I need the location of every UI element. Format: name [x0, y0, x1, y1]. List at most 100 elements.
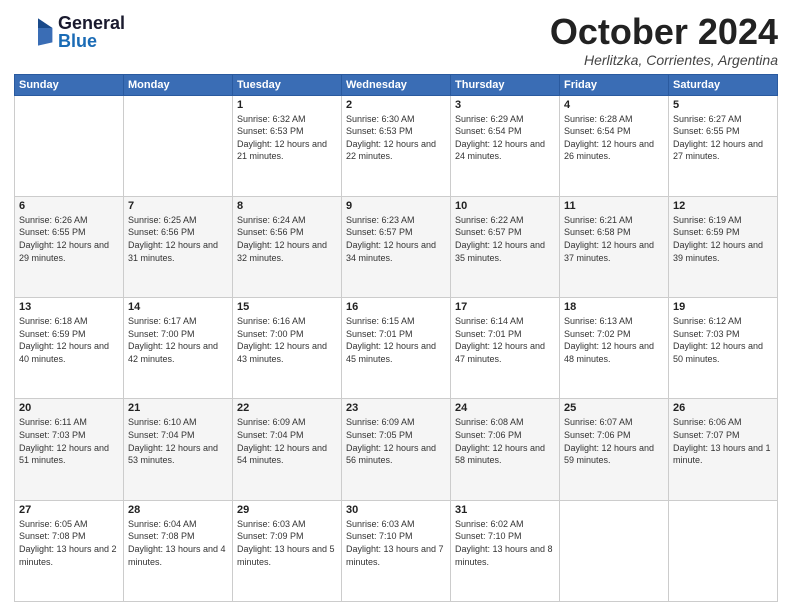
calendar-cell: 21 Sunrise: 6:10 AM Sunset: 7:04 PM Dayli…: [124, 399, 233, 500]
calendar-cell: 20 Sunrise: 6:11 AM Sunset: 7:03 PM Dayli…: [15, 399, 124, 500]
calendar-cell: 23 Sunrise: 6:09 AM Sunset: 7:05 PM Dayli…: [342, 399, 451, 500]
day-number: 29: [237, 504, 337, 516]
calendar-week-row: 1 Sunrise: 6:32 AM Sunset: 6:53 PM Daylig…: [15, 95, 778, 196]
calendar-cell: [560, 500, 669, 601]
location-subtitle: Herlitzka, Corrientes, Argentina: [550, 52, 778, 68]
calendar-cell: 31Sunrise: 6:02 AM Sunset: 7:10 PM Dayli…: [451, 500, 560, 601]
day-info: Sunrise: 6:29 AM Sunset: 6:54 PM Dayligh…: [455, 113, 555, 163]
logo-general: General: [58, 14, 125, 32]
day-info: Sunrise: 6:02 AM Sunset: 7:10 PM Dayligh…: [455, 518, 555, 568]
calendar-cell: 2Sunrise: 6:30 AM Sunset: 6:53 PM Daylig…: [342, 95, 451, 196]
calendar-cell: 25Sunrise: 6:07 AM Sunset: 7:06 PM Dayli…: [560, 399, 669, 500]
calendar-week-row: 27 Sunrise: 6:05 AM Sunset: 7:08 PM Dayli…: [15, 500, 778, 601]
day-number: 10: [455, 200, 555, 212]
day-info: Sunrise: 6:03 AM Sunset: 7:10 PM Dayligh…: [346, 518, 446, 568]
day-info: Sunrise: 6:06 AM Sunset: 7:07 PM Dayligh…: [673, 416, 773, 466]
col-thursday: Thursday: [451, 74, 560, 95]
col-tuesday: Tuesday: [233, 74, 342, 95]
calendar-week-row: 13Sunrise: 6:18 AM Sunset: 6:59 PM Dayli…: [15, 298, 778, 399]
day-info: Sunrise: 6:19 AM Sunset: 6:59 PM Dayligh…: [673, 214, 773, 264]
day-number: 23: [346, 402, 446, 414]
month-title: October 2024: [550, 12, 778, 52]
logo-text: General Blue: [58, 14, 125, 50]
calendar-cell: 16Sunrise: 6:15 AM Sunset: 7:01 PM Dayli…: [342, 298, 451, 399]
day-number: 28: [128, 504, 228, 516]
col-friday: Friday: [560, 74, 669, 95]
day-number: 4: [564, 99, 664, 111]
day-info: Sunrise: 6:10 AM Sunset: 7:04 PM Dayligh…: [128, 416, 228, 466]
calendar-cell: 28Sunrise: 6:04 AM Sunset: 7:08 PM Dayli…: [124, 500, 233, 601]
calendar-week-row: 6Sunrise: 6:26 AM Sunset: 6:55 PM Daylig…: [15, 196, 778, 297]
day-number: 11: [564, 200, 664, 212]
calendar-week-row: 20 Sunrise: 6:11 AM Sunset: 7:03 PM Dayli…: [15, 399, 778, 500]
calendar-cell: 26 Sunrise: 6:06 AM Sunset: 7:07 PM Dayli…: [669, 399, 778, 500]
day-number: 5: [673, 99, 773, 111]
day-number: 22: [237, 402, 337, 414]
calendar-cell: [15, 95, 124, 196]
day-info: Sunrise: 6:27 AM Sunset: 6:55 PM Dayligh…: [673, 113, 773, 163]
day-info: Sunrise: 6:08 AM Sunset: 7:06 PM Dayligh…: [455, 416, 555, 466]
day-info: Sunrise: 6:28 AM Sunset: 6:54 PM Dayligh…: [564, 113, 664, 163]
day-info: Sunrise: 6:03 AM Sunset: 7:09 PM Dayligh…: [237, 518, 337, 568]
day-number: 18: [564, 301, 664, 313]
col-monday: Monday: [124, 74, 233, 95]
day-number: 27: [19, 504, 119, 516]
col-wednesday: Wednesday: [342, 74, 451, 95]
day-info: Sunrise: 6:12 AM Sunset: 7:03 PM Dayligh…: [673, 315, 773, 365]
calendar-cell: 13Sunrise: 6:18 AM Sunset: 6:59 PM Dayli…: [15, 298, 124, 399]
day-number: 21: [128, 402, 228, 414]
calendar-cell: 5 Sunrise: 6:27 AM Sunset: 6:55 PM Daylig…: [669, 95, 778, 196]
day-number: 3: [455, 99, 555, 111]
day-info: Sunrise: 6:11 AM Sunset: 7:03 PM Dayligh…: [19, 416, 119, 466]
day-info: Sunrise: 6:22 AM Sunset: 6:57 PM Dayligh…: [455, 214, 555, 264]
calendar-cell: 14Sunrise: 6:17 AM Sunset: 7:00 PM Dayli…: [124, 298, 233, 399]
day-number: 7: [128, 200, 228, 212]
calendar-cell: 17 Sunrise: 6:14 AM Sunset: 7:01 PM Dayli…: [451, 298, 560, 399]
day-number: 24: [455, 402, 555, 414]
logo: General Blue: [14, 12, 125, 52]
day-info: Sunrise: 6:30 AM Sunset: 6:53 PM Dayligh…: [346, 113, 446, 163]
calendar-cell: 7 Sunrise: 6:25 AM Sunset: 6:56 PM Daylig…: [124, 196, 233, 297]
col-sunday: Sunday: [15, 74, 124, 95]
calendar-table: Sunday Monday Tuesday Wednesday Thursday…: [14, 74, 778, 602]
calendar-cell: 19 Sunrise: 6:12 AM Sunset: 7:03 PM Dayli…: [669, 298, 778, 399]
day-info: Sunrise: 6:14 AM Sunset: 7:01 PM Dayligh…: [455, 315, 555, 365]
day-number: 6: [19, 200, 119, 212]
calendar-cell: 11Sunrise: 6:21 AM Sunset: 6:58 PM Dayli…: [560, 196, 669, 297]
calendar-cell: 9Sunrise: 6:23 AM Sunset: 6:57 PM Daylig…: [342, 196, 451, 297]
calendar-cell: 27 Sunrise: 6:05 AM Sunset: 7:08 PM Dayli…: [15, 500, 124, 601]
day-number: 26: [673, 402, 773, 414]
day-info: Sunrise: 6:16 AM Sunset: 7:00 PM Dayligh…: [237, 315, 337, 365]
calendar-cell: 4 Sunrise: 6:28 AM Sunset: 6:54 PM Daylig…: [560, 95, 669, 196]
calendar-cell: 12Sunrise: 6:19 AM Sunset: 6:59 PM Dayli…: [669, 196, 778, 297]
col-saturday: Saturday: [669, 74, 778, 95]
day-info: Sunrise: 6:13 AM Sunset: 7:02 PM Dayligh…: [564, 315, 664, 365]
day-number: 13: [19, 301, 119, 313]
day-number: 14: [128, 301, 228, 313]
day-info: Sunrise: 6:05 AM Sunset: 7:08 PM Dayligh…: [19, 518, 119, 568]
calendar-cell: 30 Sunrise: 6:03 AM Sunset: 7:10 PM Dayli…: [342, 500, 451, 601]
day-number: 30: [346, 504, 446, 516]
calendar-cell: 24 Sunrise: 6:08 AM Sunset: 7:06 PM Dayli…: [451, 399, 560, 500]
day-info: Sunrise: 6:23 AM Sunset: 6:57 PM Dayligh…: [346, 214, 446, 264]
day-number: 17: [455, 301, 555, 313]
day-number: 20: [19, 402, 119, 414]
calendar-cell: [669, 500, 778, 601]
day-info: Sunrise: 6:09 AM Sunset: 7:05 PM Dayligh…: [346, 416, 446, 466]
day-info: Sunrise: 6:09 AM Sunset: 7:04 PM Dayligh…: [237, 416, 337, 466]
calendar-cell: 10 Sunrise: 6:22 AM Sunset: 6:57 PM Dayli…: [451, 196, 560, 297]
day-number: 1: [237, 99, 337, 111]
day-number: 8: [237, 200, 337, 212]
calendar-cell: 18 Sunrise: 6:13 AM Sunset: 7:02 PM Dayli…: [560, 298, 669, 399]
page: General Blue October 2024 Herlitzka, Cor…: [0, 0, 792, 612]
day-number: 15: [237, 301, 337, 313]
calendar-cell: [124, 95, 233, 196]
header: General Blue October 2024 Herlitzka, Cor…: [14, 12, 778, 68]
day-info: Sunrise: 6:32 AM Sunset: 6:53 PM Dayligh…: [237, 113, 337, 163]
logo-blue: Blue: [58, 32, 125, 50]
day-info: Sunrise: 6:24 AM Sunset: 6:56 PM Dayligh…: [237, 214, 337, 264]
day-info: Sunrise: 6:25 AM Sunset: 6:56 PM Dayligh…: [128, 214, 228, 264]
day-number: 25: [564, 402, 664, 414]
day-number: 16: [346, 301, 446, 313]
day-number: 19: [673, 301, 773, 313]
